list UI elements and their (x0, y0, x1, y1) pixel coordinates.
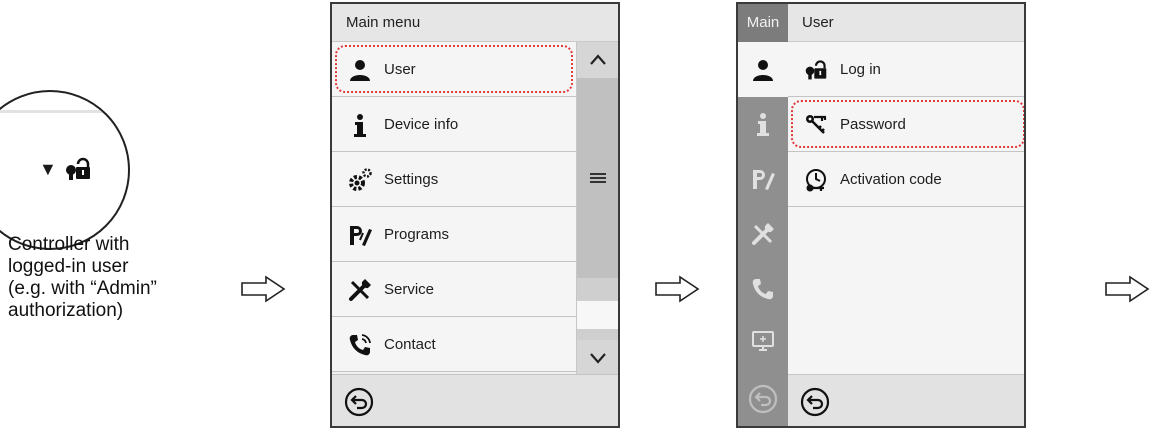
user-lock-icon (805, 60, 827, 80)
scrollbar[interactable] (576, 42, 618, 376)
menu-item-device-info[interactable]: Device info (332, 97, 576, 152)
menu-item-label: Device info (384, 116, 459, 133)
back-icon (748, 384, 778, 414)
main-menu-list: User Device info Settings Programs Servi… (332, 42, 576, 372)
programs-icon[interactable] (751, 167, 775, 191)
bottom-bar (788, 374, 1024, 426)
user-icon (753, 60, 773, 81)
menu-item-label: Service (384, 281, 435, 298)
page-title: Main menu (332, 4, 618, 42)
main-menu-rail: Main (738, 4, 788, 426)
tools-icon[interactable] (751, 222, 775, 246)
grip-icon (590, 173, 606, 183)
menu-item-label: User (384, 61, 416, 78)
phone-icon (349, 334, 371, 356)
menu-item-activation-code[interactable]: Activation code (788, 152, 1024, 207)
menu-item-contact[interactable]: Contact (332, 317, 576, 372)
scroll-track[interactable] (577, 78, 618, 340)
flow-arrow-icon (241, 275, 286, 303)
flow-arrow-icon (655, 275, 700, 303)
gears-icon (349, 168, 372, 191)
scroll-down-button[interactable] (577, 340, 618, 376)
chevron-up-icon (590, 54, 606, 65)
tools-icon (349, 279, 371, 301)
caption-line-2: logged-in user (8, 256, 129, 277)
menu-item-user[interactable]: User (332, 42, 576, 97)
programs-icon (350, 226, 372, 246)
back-icon[interactable] (800, 387, 830, 417)
caption-line-3: (e.g. with “Admin” (8, 278, 157, 299)
menu-item-label: Contact (384, 336, 436, 353)
info-icon (354, 114, 366, 137)
menu-item-label: Programs (384, 226, 450, 243)
page-title: User (788, 4, 1024, 42)
menu-item-log-in[interactable]: Log in (788, 42, 1024, 97)
zoom-detail-circle: ▼ (0, 90, 130, 250)
rail-item-user[interactable] (738, 42, 788, 97)
info-icon[interactable] (751, 112, 775, 136)
menu-item-programs[interactable]: Programs (332, 207, 576, 262)
menu-item-label: Activation code (840, 171, 942, 188)
user-menu-screen: Main User Log in Password Activation cod… (736, 2, 1026, 428)
menu-item-label: Log in (840, 61, 881, 78)
activation-code-icon (806, 169, 826, 192)
rail-title: Main (738, 4, 788, 42)
bottom-bar (332, 374, 618, 426)
caption-line-4: authorization) (8, 300, 124, 321)
back-icon[interactable] (344, 387, 374, 417)
scroll-up-button[interactable] (577, 42, 618, 78)
flow-arrow-icon (1105, 275, 1150, 303)
scroll-position-marker (577, 300, 618, 330)
menu-item-label: Settings (384, 171, 439, 188)
zoom-band (0, 110, 128, 113)
caption-line-1: Controller with (8, 234, 130, 255)
menu-item-service[interactable]: Service (332, 262, 576, 317)
menu-item-settings[interactable]: Settings (332, 152, 576, 207)
user-menu-list: Log in Password Activation code (788, 42, 1024, 207)
dropdown-arrow-icon: ▼ (39, 159, 57, 179)
user-icon (350, 60, 370, 81)
menu-item-label: Password (840, 116, 906, 133)
keys-icon (806, 115, 827, 134)
scroll-thumb[interactable] (577, 78, 618, 278)
menu-item-password[interactable]: Password (788, 97, 1024, 152)
user-lock-icon (66, 157, 90, 180)
controller-caption: Controller with logged-in user (e.g. wit… (8, 234, 228, 322)
phone-icon[interactable] (751, 277, 775, 301)
main-menu-screen: Main menu User Device info Settings Prog… (330, 2, 620, 428)
chevron-down-icon (590, 353, 606, 364)
display-icon[interactable] (751, 329, 775, 353)
